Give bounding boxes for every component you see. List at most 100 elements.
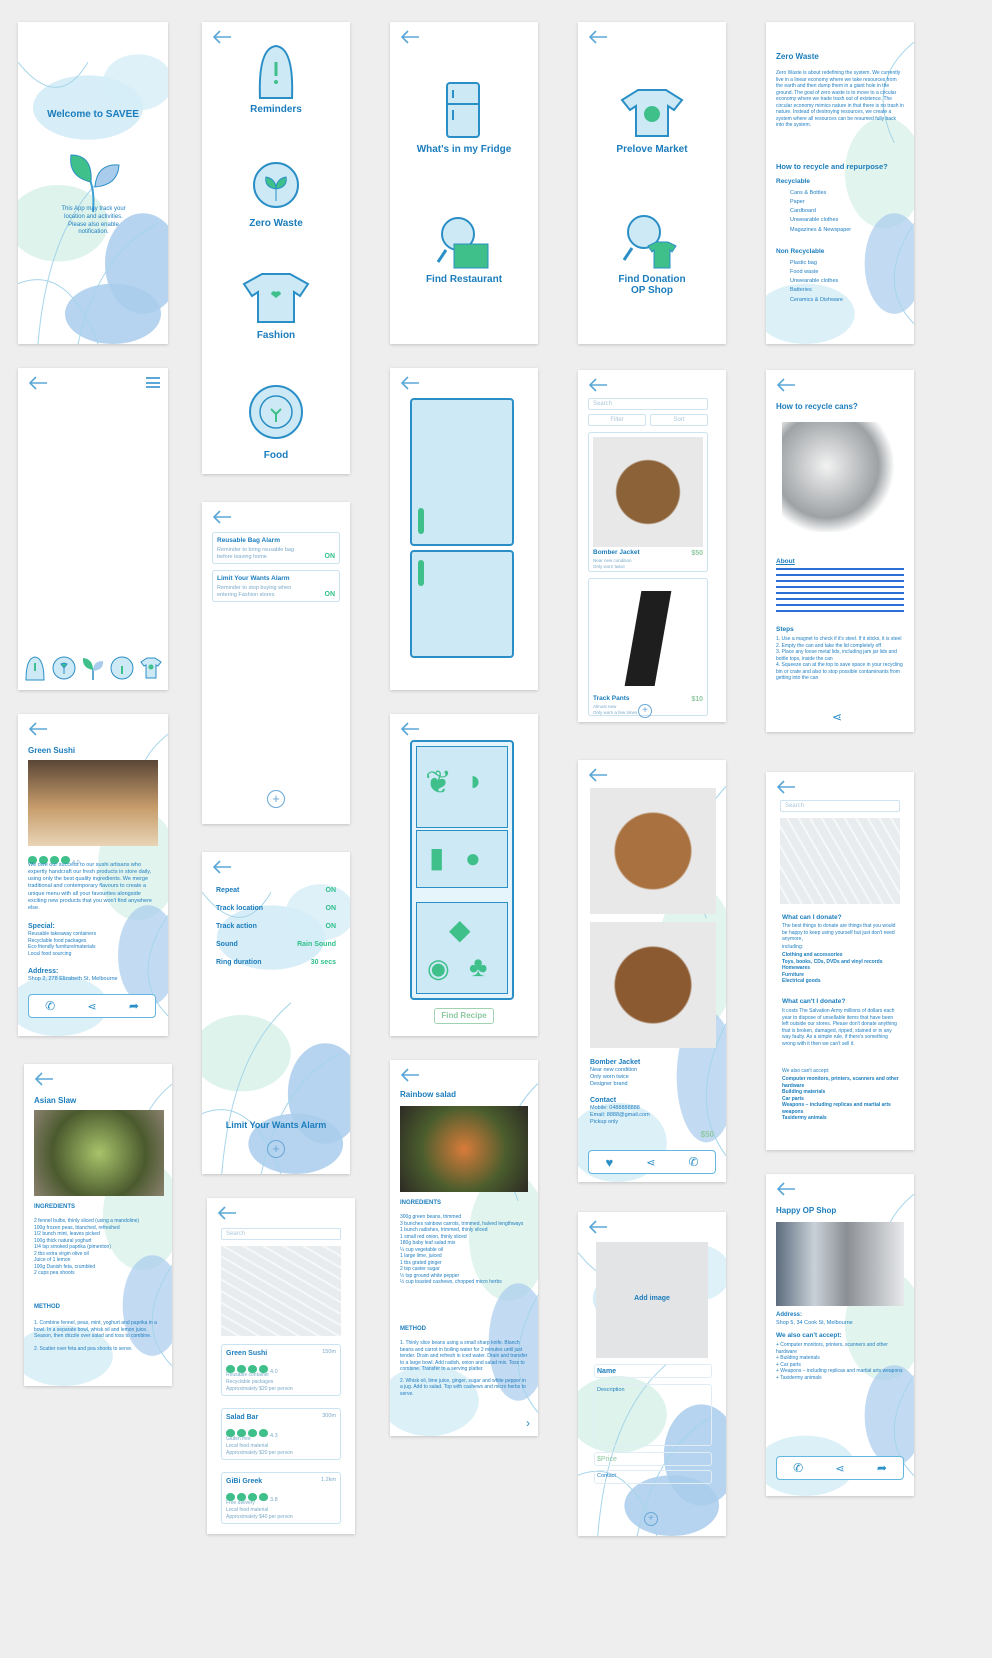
phone-icon[interactable]: ✆ [688,1155,698,1169]
menu-item-prelove-market[interactable]: Prelove Market [578,144,726,155]
recycle-cans-screen: How to recycle cans? About Steps 1. Use … [766,370,914,732]
back-arrow-icon[interactable] [212,30,232,44]
add-setting-button[interactable]: + [267,1140,285,1158]
back-arrow-icon[interactable] [588,768,608,782]
heart-icon[interactable]: ♥ [606,1155,614,1170]
setting-row[interactable]: Track action ON [216,922,336,940]
back-arrow-icon[interactable] [212,860,232,874]
milk-icon: ▮ [429,842,445,873]
search-input[interactable]: Search [780,800,900,812]
price-field[interactable]: $Price [594,1452,712,1466]
freezer-door[interactable] [410,398,514,546]
page-title: Zero Waste [776,52,819,61]
directions-icon[interactable]: ➦ [129,999,139,1013]
map-view[interactable] [221,1246,341,1336]
menu-item-reminders[interactable]: Reminders [202,104,350,115]
back-arrow-icon[interactable] [28,376,48,390]
share-icon[interactable]: ⋖ [87,1000,96,1013]
back-arrow-icon[interactable] [34,1072,54,1086]
back-arrow-icon[interactable] [588,30,608,44]
back-arrow-icon[interactable] [217,1206,237,1220]
phone-icon[interactable]: ✆ [793,1461,803,1475]
back-arrow-icon[interactable] [588,378,608,392]
back-arrow-icon[interactable] [400,1068,420,1082]
shelf-vegetables[interactable]: ❦ ◗ [416,746,508,828]
submit-listing-button[interactable]: + [644,1512,658,1526]
setting-row[interactable]: Track location ON [216,904,336,922]
directions-icon[interactable]: ➦ [877,1461,887,1475]
plate-icon[interactable] [244,382,308,446]
back-arrow-icon[interactable] [212,510,232,524]
menu-item-fashion[interactable]: Fashion [202,330,350,341]
shirt-icon[interactable] [240,270,312,326]
sprout-icon[interactable] [80,654,106,682]
restaurant-card[interactable]: Green Sushi 150m 4.0 Reusable container Re… [221,1344,341,1396]
fashion-menu-screen: Prelove Market Find Donation OP Shop [578,22,726,344]
search-input[interactable]: Search [588,398,708,410]
about-link[interactable]: About [776,558,795,566]
fridge-interior: ❦ ◗ ▮ ● ◆ ◉ ♣ [410,740,514,1000]
filter-button[interactable]: Filter [588,414,646,426]
contact-field[interactable]: Contact [594,1470,712,1484]
back-arrow-icon[interactable] [400,376,420,390]
add-alarm-button[interactable]: + [267,790,285,808]
product-card[interactable]: Bomber Jacket $50 Near new condition Onl… [588,432,708,572]
method-list: 1. Combine fennel, peas, mint, yoghurt a… [34,1320,157,1352]
menu-item-find-restaurant[interactable]: Find Restaurant [390,274,538,285]
add-listing-button[interactable]: + [638,704,652,718]
restaurant-card[interactable]: GiBi Greek 1.2km 3.8 Free delivery Local f… [221,1472,341,1524]
restaurant-search-icon[interactable] [436,214,492,272]
shelf-meat[interactable]: ◆ ◉ ♣ [416,902,508,994]
hamburger-menu-icon[interactable] [146,377,160,388]
phone-icon[interactable]: ✆ [45,999,55,1013]
action-bar: ✆ ⋖ ➦ [28,994,156,1018]
shelf-drinks-fruit[interactable]: ▮ ● [416,830,508,888]
food-icon[interactable] [109,654,135,682]
back-arrow-icon[interactable] [400,30,420,44]
zero-waste-icon[interactable] [246,157,306,217]
next-arrow-icon[interactable]: › [526,1416,530,1430]
bell-icon[interactable] [246,42,306,102]
shirt-money-icon[interactable] [618,86,686,140]
add-image-button[interactable]: Add image [596,1242,708,1358]
alarm-toggle[interactable]: ON [325,590,336,599]
back-arrow-icon[interactable] [28,722,48,736]
menu-item-zero-waste[interactable]: Zero Waste [202,218,350,229]
shirt-icon[interactable] [138,654,164,682]
sort-button[interactable]: Sort [650,414,708,426]
product-photo [593,583,703,693]
description-field[interactable]: Description [594,1384,712,1446]
alarm-card-limit-wants[interactable]: Limit Your Wants Alarm Reminder to stop … [212,570,340,602]
share-icon[interactable]: ⋖ [835,1462,844,1475]
name-field[interactable]: Name [594,1364,712,1378]
fridge-icon[interactable] [444,80,484,140]
setting-row[interactable]: Ring duration 30 secs [216,958,336,976]
map-view[interactable] [780,818,900,904]
back-arrow-icon[interactable] [588,1220,608,1234]
alarm-toggle[interactable]: ON [325,552,336,561]
menu-item-fridge[interactable]: What's in my Fridge [390,144,538,155]
bell-icon[interactable] [22,654,48,682]
back-arrow-icon[interactable] [776,378,796,392]
share-icon[interactable]: ⋖ [646,1156,655,1169]
share-icon[interactable]: ⋖ [832,710,842,724]
setting-row[interactable]: Sound Rain Sound [216,940,336,958]
menu-item-find-donation[interactable]: Find Donation OP Shop [612,274,692,296]
ingredients-list: 2 fennel bulbs, thinly sliced (using a m… [34,1218,140,1276]
restaurant-photo [28,760,158,846]
menu-item-food[interactable]: Food [202,450,350,461]
back-arrow-icon[interactable] [400,722,420,736]
back-arrow-icon[interactable] [776,1182,796,1196]
donation-search-icon[interactable] [622,212,682,272]
setting-row[interactable]: Repeat ON [216,886,336,904]
find-recipe-button[interactable]: Find Recipe [434,1008,494,1024]
product-card[interactable]: Track Pants $10 Almost new Only worn a f… [588,578,708,716]
steps-list: 1. Use a magnet to check if it's steel. … [776,636,903,681]
restaurant-card[interactable]: Salad Bar 300m 4.3 Gluten free Local food … [221,1408,341,1460]
fridge-door[interactable] [410,550,514,658]
zero-waste-icon[interactable] [51,654,77,682]
add-listing-screen: Add image Name Description $Price Contac… [578,1212,726,1536]
search-input[interactable]: Search [221,1228,341,1240]
back-arrow-icon[interactable] [776,780,796,794]
alarm-card-reusable-bag[interactable]: Reusable Bag Alarm Reminder to bring reu… [212,532,340,564]
